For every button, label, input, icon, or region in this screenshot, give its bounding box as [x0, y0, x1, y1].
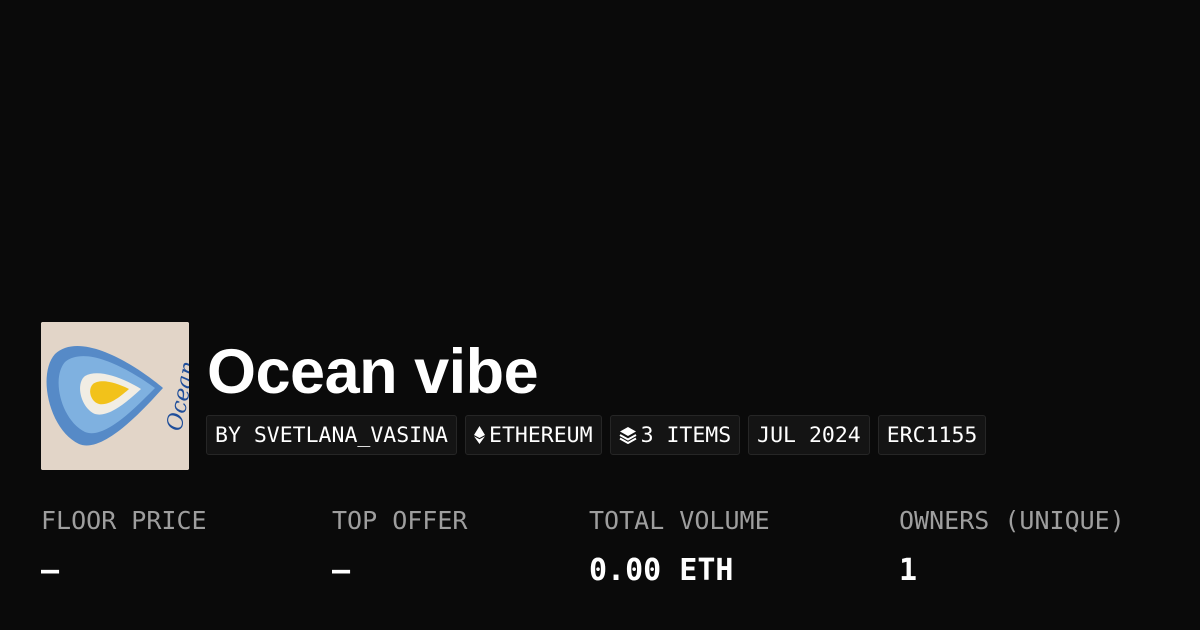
- total-volume-stat: TOTAL VOLUME 0.00 ETH: [589, 503, 770, 589]
- date-label: JUL 2024: [757, 422, 861, 448]
- date-tag: JUL 2024: [748, 415, 870, 455]
- chain-tag: ETHEREUM: [465, 415, 602, 455]
- top-offer-stat: TOP OFFER –: [332, 503, 467, 589]
- ethereum-icon: [474, 426, 485, 444]
- top-offer-label: TOP OFFER: [332, 506, 468, 535]
- owners-stat: OWNERS (UNIQUE) 1: [899, 503, 1125, 589]
- top-offer-value: –: [332, 553, 351, 588]
- standard-label: ERC1155: [886, 422, 978, 448]
- items-tag: 3 ITEMS: [609, 415, 741, 455]
- collection-title: Ocean vibe: [207, 337, 539, 407]
- total-volume-label: TOTAL VOLUME: [589, 506, 770, 535]
- total-volume-value: 0.00 ETH: [589, 553, 734, 588]
- standard-tag: ERC1155: [877, 415, 987, 455]
- owners-label: OWNERS (UNIQUE): [899, 506, 1125, 535]
- collection-thumbnail: Ocean: [41, 322, 189, 470]
- creator-tag[interactable]: BY SVETLANA_VASINA: [206, 415, 457, 455]
- floor-price-value: –: [41, 553, 60, 588]
- items-label: 3 ITEMS: [640, 422, 732, 448]
- collection-tags: BY SVETLANA_VASINA ETHEREUM 3 ITEMS JUL …: [206, 415, 987, 455]
- floor-price-label: FLOOR PRICE: [41, 506, 207, 535]
- heart-artwork-icon: Ocean: [41, 322, 189, 470]
- chain-label: ETHEREUM: [489, 422, 593, 448]
- layers-icon: [619, 426, 637, 444]
- floor-price-stat: FLOOR PRICE –: [41, 503, 207, 589]
- creator-label: BY SVETLANA_VASINA: [215, 422, 448, 448]
- owners-value: 1: [899, 553, 918, 588]
